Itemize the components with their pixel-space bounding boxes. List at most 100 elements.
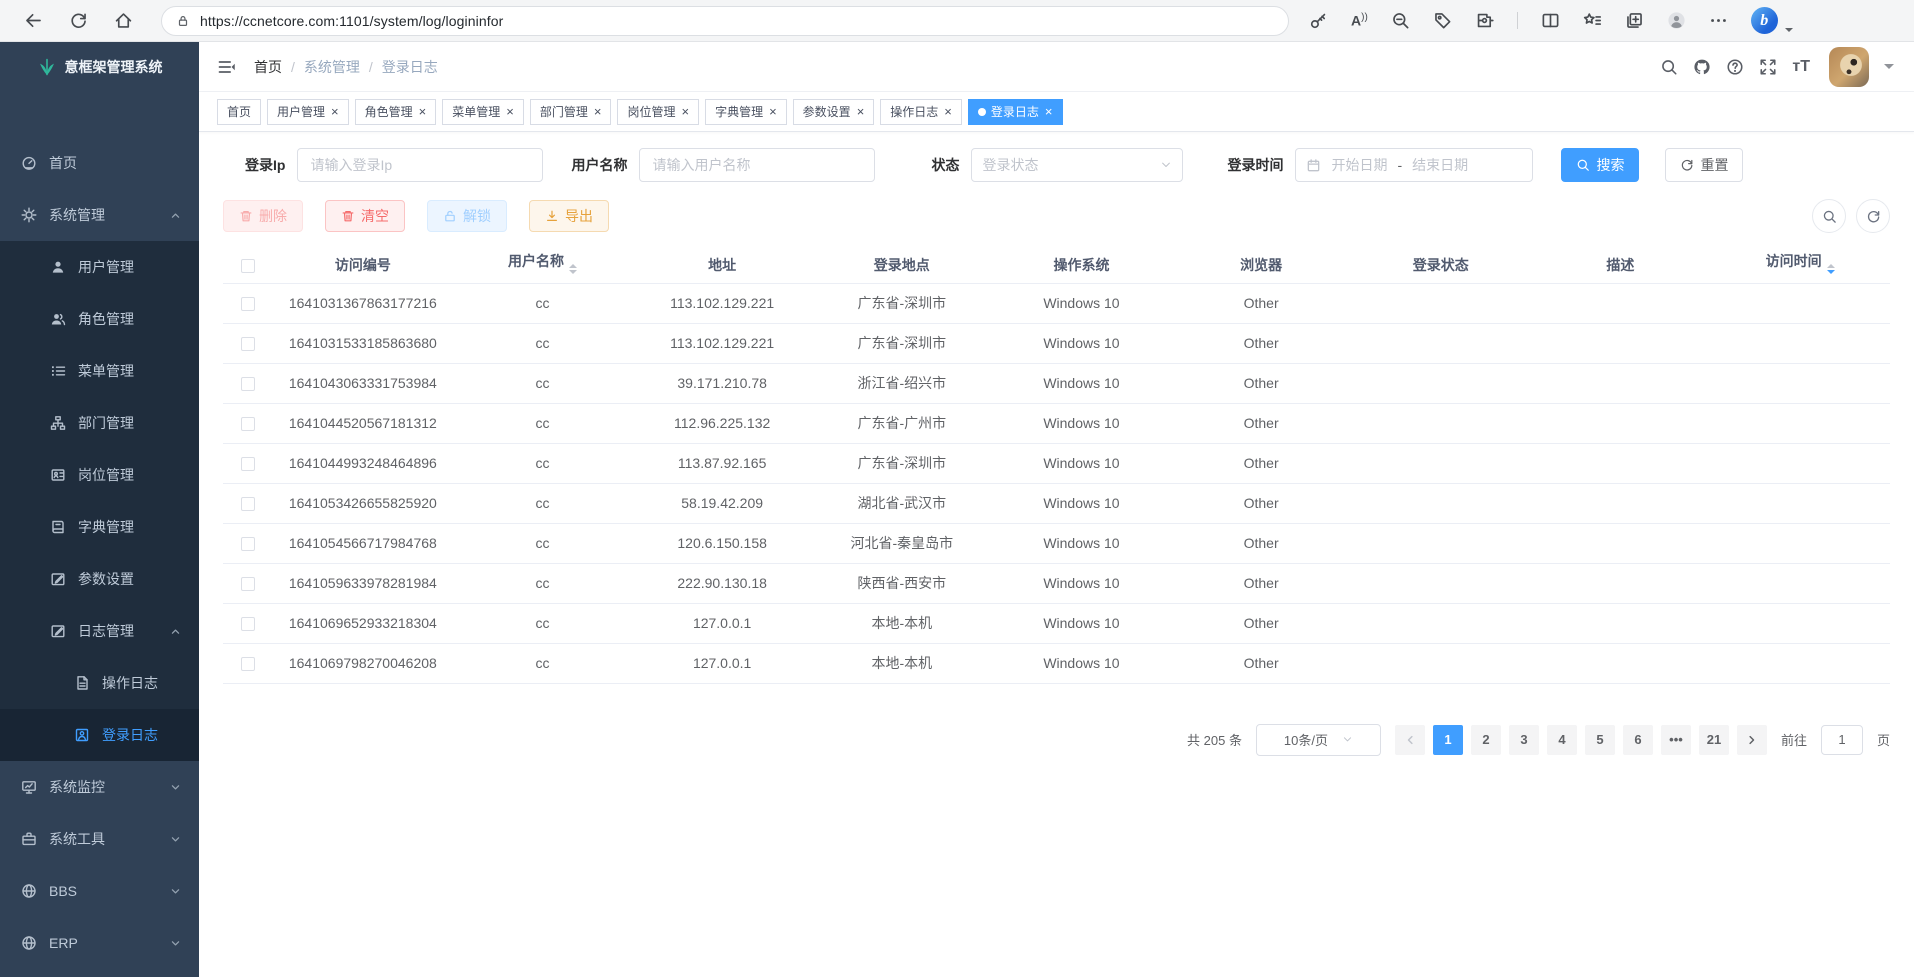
table-row[interactable]: 1641043063331753984 cc 39.171.210.78 浙江省… [223, 363, 1890, 403]
row-checkbox[interactable] [241, 457, 255, 471]
reload-icon[interactable] [69, 11, 88, 30]
copilot-bing-icon[interactable]: b [1751, 7, 1778, 34]
table-row[interactable]: 1641031533185863680 cc 113.102.129.221 广… [223, 323, 1890, 363]
table-row[interactable]: 1641069652933218304 cc 127.0.0.1 本地-本机 W… [223, 603, 1890, 643]
tab-close-icon[interactable]: × [1045, 105, 1053, 118]
sidebar-item[interactable]: 菜单管理 [0, 345, 199, 397]
unlock-button[interactable]: 解锁 [427, 200, 507, 232]
page-button[interactable]: ••• [1661, 725, 1691, 755]
table-row[interactable]: 1641059633978281984 cc 222.90.130.18 陕西省… [223, 563, 1890, 603]
tab[interactable]: 角色管理 × [355, 99, 437, 125]
collections-icon[interactable] [1625, 11, 1644, 30]
page-button[interactable]: 2 [1471, 725, 1501, 755]
github-icon[interactable] [1693, 58, 1711, 76]
sidebar-item[interactable]: 系统管理 [0, 189, 199, 241]
tab-close-icon[interactable]: × [769, 105, 777, 118]
sort-carets-icon[interactable] [569, 260, 577, 278]
font-size-icon[interactable]: тT [1792, 58, 1810, 76]
back-icon[interactable] [24, 11, 43, 30]
table-row[interactable]: 1641031367863177216 cc 113.102.129.221 广… [223, 283, 1890, 323]
sidebar-item[interactable]: 日志管理 [0, 605, 199, 657]
address-bar[interactable]: https://ccnetcore.com:1101/system/log/lo… [161, 6, 1289, 36]
favorites-icon[interactable] [1583, 11, 1602, 30]
browser-profile-icon[interactable] [1667, 11, 1686, 30]
refresh-table-button[interactable] [1856, 199, 1890, 233]
toggle-search-button[interactable] [1812, 199, 1846, 233]
help-icon[interactable] [1726, 58, 1744, 76]
row-checkbox[interactable] [241, 497, 255, 511]
row-checkbox[interactable] [241, 577, 255, 591]
fullscreen-icon[interactable] [1759, 58, 1777, 76]
tab[interactable]: 操作日志 × [880, 99, 962, 125]
page-button[interactable]: 4 [1547, 725, 1577, 755]
reset-button[interactable]: 重置 [1665, 148, 1743, 182]
table-row[interactable]: 1641044993248464896 cc 113.87.92.165 广东省… [223, 443, 1890, 483]
export-button[interactable]: 导出 [529, 200, 609, 232]
row-checkbox[interactable] [241, 337, 255, 351]
zoom-out-icon[interactable] [1391, 11, 1410, 30]
tab-close-icon[interactable]: × [594, 105, 602, 118]
goto-page-input[interactable] [1821, 725, 1863, 755]
tab[interactable]: 登录日志 × [968, 99, 1063, 125]
password-key-icon[interactable] [1309, 11, 1328, 30]
row-checkbox[interactable] [241, 657, 255, 671]
tab-close-icon[interactable]: × [506, 105, 514, 118]
sidebar-item[interactable]: 岗位管理 [0, 449, 199, 501]
username-input[interactable] [639, 148, 875, 182]
shopping-tag-icon[interactable] [1433, 11, 1452, 30]
breadcrumb-item[interactable]: 首页 [254, 57, 282, 77]
tab[interactable]: 菜单管理 × [442, 99, 524, 125]
sidebar-item[interactable]: 系统监控 [0, 761, 199, 813]
home-icon[interactable] [114, 11, 133, 30]
read-aloud-icon[interactable]: A)) [1351, 12, 1368, 29]
clear-button[interactable]: 清空 [325, 200, 405, 232]
date-range-picker[interactable]: 开始日期 - 结束日期 [1295, 148, 1533, 182]
row-checkbox[interactable] [241, 417, 255, 431]
header-search-icon[interactable] [1660, 58, 1678, 76]
sidebar-item[interactable]: 参数设置 [0, 553, 199, 605]
page-button[interactable]: 1 [1433, 725, 1463, 755]
page-button[interactable]: 6 [1623, 725, 1653, 755]
sort-carets-icon[interactable] [1827, 260, 1835, 278]
tab-close-icon[interactable]: × [681, 105, 689, 118]
breadcrumb-item[interactable]: 登录日志 [382, 57, 438, 77]
sidebar-item[interactable]: Yi框架 [0, 969, 199, 977]
row-checkbox[interactable] [241, 617, 255, 631]
select-all-checkbox[interactable] [241, 259, 255, 273]
sidebar-item[interactable]: 首页 [0, 137, 199, 189]
page-button[interactable]: 5 [1585, 725, 1615, 755]
tab-close-icon[interactable]: × [331, 105, 339, 118]
page-size-select[interactable]: 10条/页 [1256, 724, 1381, 756]
app-logo[interactable]: 意框架管理系统 [0, 42, 199, 92]
row-checkbox[interactable] [241, 377, 255, 391]
delete-button[interactable]: 删除 [223, 200, 303, 232]
row-checkbox[interactable] [241, 537, 255, 551]
sidebar-collapse-icon[interactable] [217, 57, 237, 77]
table-row[interactable]: 1641069798270046208 cc 127.0.0.1 本地-本机 W… [223, 643, 1890, 683]
tab[interactable]: 岗位管理 × [617, 99, 699, 125]
prev-page-button[interactable] [1395, 725, 1425, 755]
tab[interactable]: 参数设置 × [793, 99, 875, 125]
copilot-caret-icon[interactable] [1785, 28, 1793, 36]
split-screen-icon[interactable] [1541, 11, 1560, 30]
tab-close-icon[interactable]: × [944, 105, 952, 118]
sidebar-item[interactable]: 部门管理 [0, 397, 199, 449]
table-row[interactable]: 1641044520567181312 cc 112.96.225.132 广东… [223, 403, 1890, 443]
sidebar-item[interactable]: BBS [0, 865, 199, 917]
sidebar-item[interactable]: 用户管理 [0, 241, 199, 293]
status-select[interactable]: 登录状态 [971, 148, 1183, 182]
table-row[interactable]: 1641053426655825920 cc 58.19.42.209 湖北省-… [223, 483, 1890, 523]
next-page-button[interactable] [1737, 725, 1767, 755]
sidebar-item[interactable]: 操作日志 [0, 657, 199, 709]
user-avatar[interactable] [1829, 47, 1869, 87]
tab[interactable]: 用户管理 × [267, 99, 349, 125]
sidebar-item[interactable]: 登录日志 [0, 709, 199, 761]
table-row[interactable]: 1641054566717984768 cc 120.6.150.158 河北省… [223, 523, 1890, 563]
sidebar-item[interactable]: 字典管理 [0, 501, 199, 553]
extensions-icon[interactable] [1475, 11, 1494, 30]
ip-input[interactable] [297, 148, 543, 182]
column-header[interactable]: 用户名称 [453, 247, 633, 283]
sidebar-item[interactable]: 系统工具 [0, 813, 199, 865]
tab-close-icon[interactable]: × [857, 105, 865, 118]
tab[interactable]: 部门管理 × [530, 99, 612, 125]
